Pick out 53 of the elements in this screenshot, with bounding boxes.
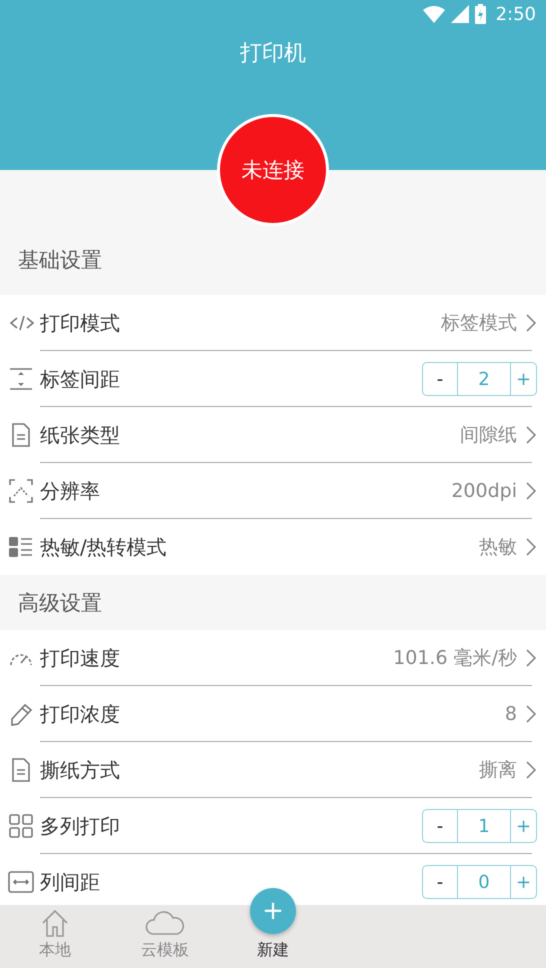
setting-label: 撕纸方式 xyxy=(40,756,120,784)
decrement-button[interactable]: - xyxy=(423,866,457,898)
setting-value: 间隙纸 xyxy=(460,423,517,448)
chevron-right-icon xyxy=(525,760,537,780)
setting-value: 标签模式 xyxy=(441,311,517,336)
setting-label: 列间距 xyxy=(40,868,100,896)
setting-label: 打印速度 xyxy=(40,644,120,672)
tab-label: 新建 xyxy=(257,940,289,961)
chevron-right-icon xyxy=(525,425,537,445)
setting-label: 热敏/热转模式 xyxy=(40,534,167,560)
stepper-value: 2 xyxy=(457,363,510,395)
chevron-right-icon xyxy=(525,648,537,668)
settings-row[interactable]: 分辨率 200dpi xyxy=(0,463,546,519)
house-icon xyxy=(40,908,70,938)
setting-value: 撕离 xyxy=(479,758,517,783)
setting-label: 多列打印 xyxy=(40,812,120,840)
scan-icon xyxy=(8,478,34,504)
settings-row[interactable]: 打印浓度 8 xyxy=(0,686,546,742)
setting-label: 分辨率 xyxy=(40,478,100,504)
setting-label: 打印浓度 xyxy=(40,700,120,728)
chevron-right-icon xyxy=(525,704,537,724)
pencil-icon xyxy=(8,701,34,727)
tab-label: 云模板 xyxy=(141,940,189,961)
stepper-value: 0 xyxy=(457,866,510,898)
setting-label: 打印模式 xyxy=(40,310,120,336)
setting-label: 标签间距 xyxy=(40,366,120,392)
page-title: 打印机 xyxy=(239,40,307,68)
wifi-icon xyxy=(422,5,445,23)
signal-icon xyxy=(450,5,469,23)
setting-label: 纸张类型 xyxy=(40,422,120,448)
setting-value: 热敏 xyxy=(479,535,517,560)
decrement-button[interactable]: - xyxy=(423,810,457,842)
grid-icon xyxy=(8,813,34,839)
cloud-icon xyxy=(145,908,185,938)
tab-label: 本地 xyxy=(39,940,71,961)
status-time: 2:50 xyxy=(496,4,536,24)
list-icon xyxy=(8,534,34,560)
setting-value: 8 xyxy=(504,703,517,725)
chevron-right-icon xyxy=(525,537,537,557)
settings-row[interactable]: 撕纸方式 撕离 xyxy=(0,742,546,798)
stepper-value: 1 xyxy=(457,810,510,842)
spacing-icon xyxy=(8,366,34,392)
setting-value: 101.6 毫米/秒 xyxy=(393,646,517,671)
settings-row[interactable]: 纸张类型 间隙纸 xyxy=(0,407,546,463)
settings-row[interactable]: 热敏/热转模式 热敏 xyxy=(0,519,546,575)
column-spacing-icon xyxy=(8,869,34,895)
setting-value: 200dpi xyxy=(451,480,517,502)
chevron-right-icon xyxy=(525,481,537,501)
settings-row[interactable]: 打印模式 标签模式 xyxy=(0,295,546,351)
battery-icon xyxy=(474,4,486,24)
chevron-right-icon xyxy=(525,313,537,333)
decrement-button[interactable]: - xyxy=(423,363,457,395)
settings-row[interactable]: 打印速度 101.6 毫米/秒 xyxy=(0,630,546,686)
